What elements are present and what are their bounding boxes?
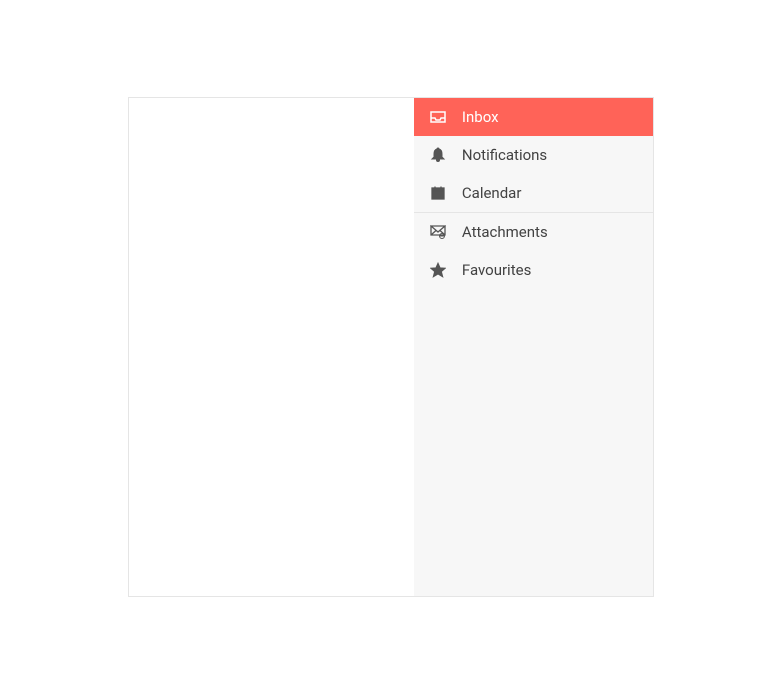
attachment-icon [430,224,446,240]
sidebar-item-label: Favourites [462,261,531,279]
sidebar-item-label: Attachments [462,223,548,241]
sidebar-item-favourites[interactable]: Favourites [414,251,653,289]
sidebar-item-label: Inbox [462,108,499,126]
app-container: Inbox Notifications [128,97,654,597]
sidebar-item-notifications[interactable]: Notifications [414,136,653,174]
sidebar-item-attachments[interactable]: Attachments [414,213,653,251]
star-icon [430,262,446,278]
sidebar-item-label: Notifications [462,146,547,164]
sidebar-group-1: Inbox Notifications [414,98,653,213]
main-panel [129,98,414,596]
sidebar-group-2: Attachments Favourites [414,213,653,289]
inbox-icon [430,109,446,125]
sidebar-item-calendar[interactable]: Calendar [414,174,653,212]
sidebar-item-inbox[interactable]: Inbox [414,98,653,136]
sidebar: Inbox Notifications [414,98,653,596]
sidebar-item-label: Calendar [462,184,522,202]
calendar-icon [430,185,446,201]
bell-icon [430,147,446,163]
